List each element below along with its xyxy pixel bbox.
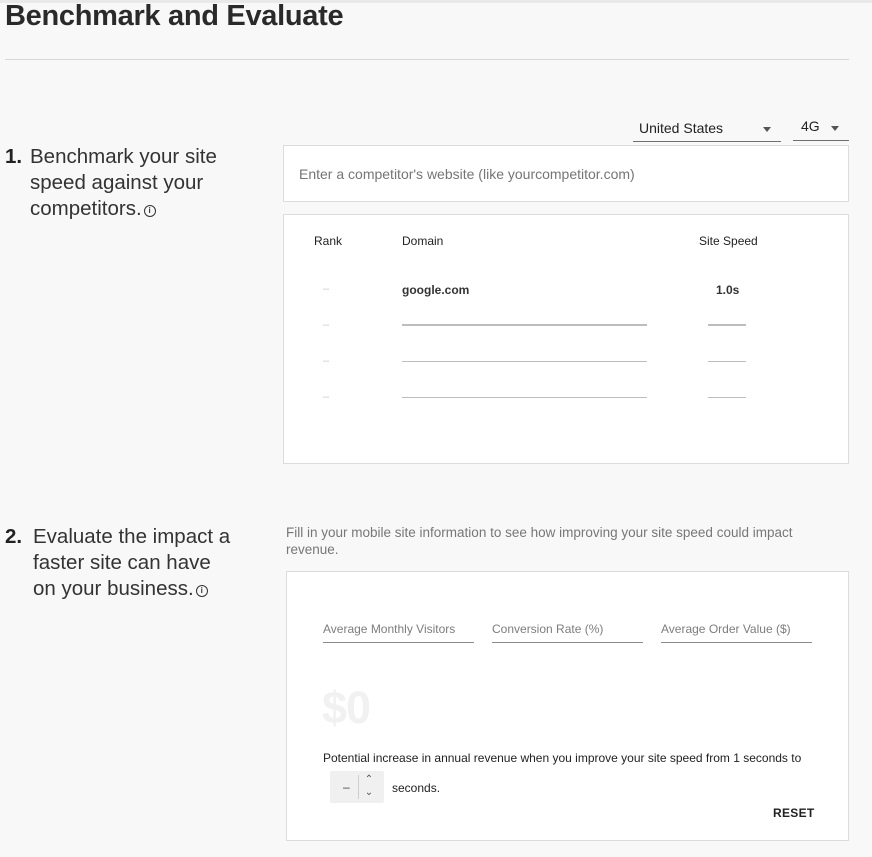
site-speed-cell: 1.0s (716, 283, 740, 297)
domain-placeholder-line (402, 324, 647, 325)
speed-placeholder-line (708, 325, 746, 326)
benchmark-table: Rank Domain Site Speed – google.com 1.0s… (283, 214, 849, 464)
step-1-number: 1. (5, 145, 23, 168)
step-2-text: Evaluate the impact a faster site can ha… (33, 525, 231, 600)
competitor-input-box (283, 145, 849, 202)
rank-cell: – (323, 319, 330, 331)
competitor-website-input[interactable] (284, 146, 848, 201)
chevron-down-icon (831, 126, 839, 131)
speed-placeholder-line (708, 324, 746, 325)
info-icon[interactable]: i (143, 205, 156, 217)
stepper-value: – (343, 780, 350, 794)
revenue-description: Fill in your mobile site information to … (286, 525, 793, 557)
step-2-number: 2. (5, 525, 23, 548)
rank-cell: – (323, 283, 330, 295)
speed-placeholder-line (708, 361, 746, 362)
domain-placeholder-line (402, 325, 647, 326)
country-select[interactable]: United States (633, 117, 781, 142)
order-value-input[interactable] (661, 616, 812, 642)
stepper-divider (358, 775, 359, 799)
table-row: – google.com 1.0s (284, 283, 848, 313)
table-row: – (284, 391, 848, 421)
domain-placeholder-line (402, 361, 647, 362)
domain-placeholder-line (402, 397, 647, 398)
conversion-rate-input[interactable] (492, 616, 643, 642)
chevron-up-icon[interactable]: ⌃ (362, 774, 376, 786)
speed-placeholder-line (708, 397, 746, 398)
revenue-calculator: $0 Potential increase in annual revenue … (286, 571, 849, 841)
network-select-value: 4G (801, 118, 820, 134)
page-title: Benchmark and Evaluate (5, 0, 344, 32)
potential-increase-text: Potential increase in annual revenue whe… (323, 751, 802, 765)
domain-cell: google.com (402, 283, 470, 297)
rank-cell: – (323, 355, 330, 367)
monthly-visitors-input[interactable] (323, 616, 474, 642)
reset-button[interactable]: RESET (773, 806, 815, 820)
chevron-down-icon (763, 127, 771, 132)
table-row: – (284, 355, 848, 385)
visitors-field (323, 616, 474, 643)
title-divider (5, 59, 849, 60)
seconds-label: seconds. (392, 781, 441, 795)
revenue-amount: $0 (322, 682, 371, 733)
site-speed-header: Site Speed (699, 234, 758, 248)
step-1-text: Benchmark your site speed against your c… (30, 145, 217, 220)
rank-header: Rank (314, 234, 343, 248)
network-select[interactable]: 4G (793, 116, 849, 141)
chevron-down-icon[interactable]: ⌄ (362, 787, 376, 799)
conversion-field (492, 616, 643, 643)
rank-cell: – (323, 391, 330, 403)
country-select-value: United States (639, 120, 724, 136)
target-seconds-stepper[interactable]: – ⌃ ⌄ (330, 771, 384, 803)
domain-header: Domain (402, 234, 444, 248)
order-value-field (661, 616, 812, 643)
info-icon[interactable]: i (195, 585, 208, 597)
